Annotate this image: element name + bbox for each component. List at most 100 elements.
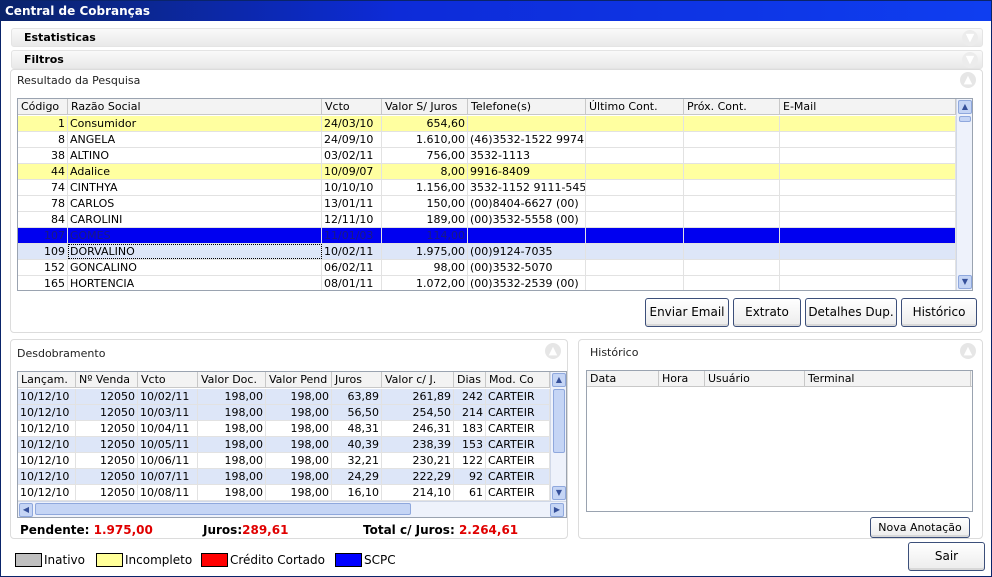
scroll-up-icon[interactable]: ▲ <box>958 100 972 114</box>
table-row[interactable]: 74 CINTHYA 10/10/10 1.156,00 3532-1152 9111-… <box>18 180 956 196</box>
desdobramento-horizontal-scrollbar[interactable]: ◀ ▶ <box>18 501 566 517</box>
table-cell: 12050 <box>76 485 138 500</box>
table-row[interactable]: 152 GONCALINO 06/02/11 98,00 (00)3532-5070 <box>18 260 956 276</box>
collapse-up-icon[interactable]: ▲ <box>960 343 976 359</box>
total-label: Total c/ Juros: <box>363 523 455 537</box>
nova-anotacao-button[interactable]: Nova Anotação <box>870 517 970 538</box>
column-header[interactable]: Mod. Co <box>486 372 550 388</box>
table-cell: 10/12/10 <box>18 453 76 468</box>
historico-grid[interactable]: Data Hora Usuário Terminal <box>586 370 973 512</box>
column-header[interactable]: Valor Doc. <box>198 372 266 388</box>
column-header[interactable]: Código <box>18 99 68 115</box>
table-cell: 12050 <box>76 453 138 468</box>
table-row[interactable]: 109 DORVALINO 10/02/11 1.975,00 (00)9124-703… <box>18 244 956 260</box>
table-cell: 8 <box>18 132 68 147</box>
table-row[interactable]: 107 GOMES 11/01/03 114,00 <box>18 228 956 244</box>
table-cell: CARTEIR <box>486 469 550 484</box>
column-header[interactable]: Vcto <box>322 99 382 115</box>
table-cell: 9916-8409 <box>468 164 586 179</box>
table-cell: 10/10/10 <box>322 180 382 195</box>
scroll-thumb[interactable] <box>35 503 411 515</box>
table-cell: 153 <box>454 437 486 452</box>
column-header[interactable]: Valor c/ J. <box>382 372 454 388</box>
table-cell: 10/02/11 <box>322 244 382 259</box>
scroll-down-icon[interactable]: ▼ <box>552 486 566 500</box>
historico-button[interactable]: Histórico <box>901 298 977 327</box>
table-row[interactable]: 165 HORTENCIA 08/01/11 1.072,00 (00)3532-253… <box>18 276 956 290</box>
collapse-up-icon[interactable]: ▲ <box>545 343 561 359</box>
column-header[interactable]: Lançam. <box>18 372 76 388</box>
table-cell <box>468 228 586 243</box>
table-row[interactable]: 1 Consumidor 24/03/10 654,60 <box>18 116 956 132</box>
desdobramento-vertical-scrollbar[interactable]: ▲ ▼ <box>550 372 566 501</box>
table-cell <box>684 228 780 243</box>
table-cell: 1.072,00 <box>382 276 468 290</box>
expand-down-icon[interactable]: ▼ <box>962 52 978 68</box>
table-cell: 10/08/11 <box>138 485 198 500</box>
estatisticas-bar[interactable]: Estatisticas ▼ <box>11 28 983 47</box>
column-header[interactable]: Data <box>587 371 659 387</box>
column-header[interactable]: Hora <box>659 371 705 387</box>
table-cell: 198,00 <box>198 389 266 404</box>
table-cell: (00)9124-7035 <box>468 244 586 259</box>
table-cell <box>586 132 684 147</box>
column-header[interactable]: Juros <box>332 372 382 388</box>
column-header[interactable]: Valor S/ Juros <box>382 99 468 115</box>
column-header[interactable]: Telefone(s) <box>468 99 586 115</box>
sair-button[interactable]: Sair <box>908 542 985 571</box>
table-cell: 189,00 <box>382 212 468 227</box>
table-row[interactable]: 10/12/10 12050 10/02/11 198,00 198,00 63,89 26… <box>18 389 550 405</box>
desdobramento-grid[interactable]: Lançam. Nº Venda Vcto Valor Doc. Valor Pend J… <box>17 371 567 518</box>
column-header[interactable]: Valor Pend <box>266 372 332 388</box>
scroll-thumb[interactable] <box>959 116 971 122</box>
column-header[interactable]: Nº Venda <box>76 372 138 388</box>
table-cell: 78 <box>18 196 68 211</box>
table-row[interactable]: 10/12/10 12050 10/05/11 198,00 198,00 40,39 23… <box>18 437 550 453</box>
table-row[interactable]: 78 CARLOS 13/01/11 150,00 (00)8404-6627 (00) <box>18 196 956 212</box>
table-row[interactable]: 10/12/10 12050 10/04/11 198,00 198,00 48,31 24… <box>18 421 550 437</box>
table-row[interactable]: 10/12/10 12050 10/07/11 198,00 198,00 24,29 22… <box>18 469 550 485</box>
extrato-button[interactable]: Extrato <box>733 298 801 327</box>
collapse-up-icon[interactable]: ▲ <box>960 72 976 88</box>
table-cell: 10/03/11 <box>138 405 198 420</box>
table-cell: (00)3532-5558 (00) <box>468 212 586 227</box>
table-cell: 242 <box>454 389 486 404</box>
column-header[interactable]: Dias <box>454 372 486 388</box>
scroll-thumb[interactable] <box>553 389 565 453</box>
column-header[interactable]: Vcto <box>138 372 198 388</box>
table-row[interactable]: 10/12/10 12050 10/06/11 198,00 198,00 32,21 23… <box>18 453 550 469</box>
table-cell: 10/12/10 <box>18 421 76 436</box>
results-vertical-scrollbar[interactable]: ▲ ▼ <box>956 99 972 290</box>
table-cell: 61 <box>454 485 486 500</box>
filtros-bar[interactable]: Filtros ▼ <box>11 50 983 69</box>
results-grid[interactable]: Código Razão Social Vcto Valor S/ Juros Tele… <box>17 98 973 291</box>
table-row[interactable]: 8 ANGELA 24/09/10 1.610,00 (46)3532-1522 997… <box>18 132 956 148</box>
legend-incompleto: Incompleto <box>96 552 192 568</box>
enviar-email-button[interactable]: Enviar Email <box>645 298 729 327</box>
column-header[interactable]: Terminal <box>805 371 971 387</box>
column-header[interactable]: E-Mail <box>780 99 956 115</box>
column-header[interactable]: Próx. Cont. <box>684 99 780 115</box>
table-row[interactable]: 38 ALTINO 03/02/11 756,00 3532-1113 <box>18 148 956 164</box>
table-row[interactable]: 84 CAROLINI 12/11/10 189,00 (00)3532-5558 (0… <box>18 212 956 228</box>
legend-credito-cortado: Crédito Cortado <box>201 552 325 568</box>
expand-down-icon[interactable]: ▼ <box>962 30 978 46</box>
table-row[interactable]: 10/12/10 12050 10/08/11 198,00 198,00 16,10 21… <box>18 485 550 501</box>
column-header[interactable]: Usuário <box>705 371 805 387</box>
table-cell: 12050 <box>76 437 138 452</box>
detalhes-dup-button[interactable]: Detalhes Dup. <box>805 298 897 327</box>
scroll-down-icon[interactable]: ▼ <box>958 275 972 289</box>
table-cell <box>780 244 956 259</box>
filtros-label: Filtros <box>24 53 64 66</box>
table-cell: 44 <box>18 164 68 179</box>
table-cell <box>586 116 684 131</box>
table-cell: 198,00 <box>198 453 266 468</box>
scroll-left-icon[interactable]: ◀ <box>19 503 33 517</box>
scroll-right-icon[interactable]: ▶ <box>550 503 564 517</box>
column-header[interactable]: Razão Social <box>68 99 322 115</box>
table-cell: 246,31 <box>382 421 454 436</box>
scroll-up-icon[interactable]: ▲ <box>552 373 566 387</box>
table-row[interactable]: 44 Adalice 10/09/07 8,00 9916-8409 <box>18 164 956 180</box>
column-header[interactable]: Último Cont. <box>586 99 684 115</box>
table-row[interactable]: 10/12/10 12050 10/03/11 198,00 198,00 56,50 25… <box>18 405 550 421</box>
